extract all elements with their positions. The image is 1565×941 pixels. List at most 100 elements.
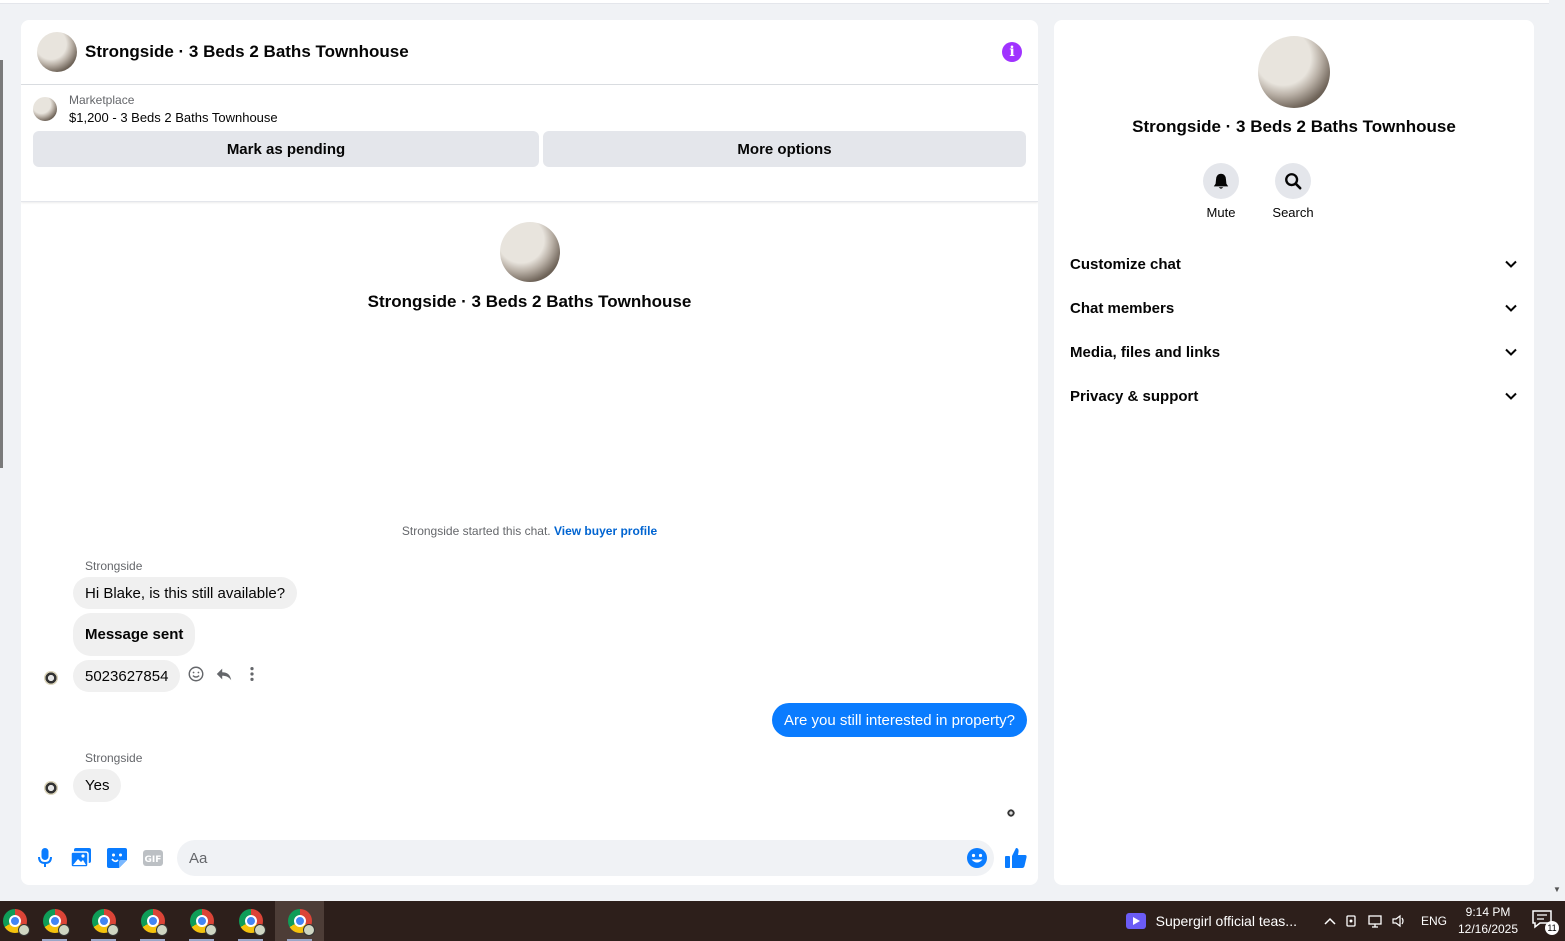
- language-indicator[interactable]: ENG: [1421, 914, 1447, 928]
- sender-name: Strongside: [85, 559, 143, 573]
- taskbar-chrome-4[interactable]: [128, 901, 177, 941]
- windows-taskbar: Supergirl official teas... ENG 9:14 PM 1…: [0, 901, 1565, 941]
- my-message-bubble[interactable]: Are you still interested in property?: [772, 703, 1027, 737]
- volume-icon[interactable]: [1391, 914, 1407, 928]
- chat-header: Strongside · 3 Beds 2 Baths Townhouse i: [21, 20, 1038, 85]
- attach-photo-button[interactable]: [69, 846, 93, 870]
- network-icon[interactable]: [1367, 914, 1383, 928]
- more-options-button[interactable]: More options: [543, 131, 1026, 167]
- marketplace-label: Marketplace: [69, 93, 135, 107]
- svg-text:GIF: GIF: [145, 855, 162, 865]
- like-button[interactable]: [1004, 846, 1028, 870]
- notification-center-button[interactable]: 11: [1531, 909, 1559, 935]
- view-buyer-profile-link[interactable]: View buyer profile: [554, 524, 657, 538]
- mute-label: Mute: [1206, 205, 1236, 220]
- chrome-icon: [238, 909, 266, 936]
- taskbar-chrome-5[interactable]: [177, 901, 226, 941]
- chrome-icon: [91, 909, 119, 936]
- meet-icon[interactable]: [1345, 914, 1359, 928]
- browser-top-edge: [0, 0, 1549, 4]
- voice-clip-button[interactable]: [33, 846, 57, 870]
- chrome-icon: [189, 909, 217, 936]
- mark-as-pending-button[interactable]: Mark as pending: [33, 131, 539, 167]
- clock-date: 12/16/2025: [1457, 922, 1519, 936]
- intro-title: Strongside · 3 Beds 2 Baths Townhouse: [367, 292, 692, 311]
- media-widget[interactable]: Supergirl official teas...: [1125, 913, 1297, 929]
- message-bubble[interactable]: Yes: [73, 769, 122, 802]
- left-scrollbar[interactable]: [0, 60, 3, 468]
- taskbar-chrome-active[interactable]: [275, 901, 324, 941]
- section-label: Chat members: [1070, 299, 1175, 317]
- search-label: Search: [1272, 205, 1314, 220]
- section-media-files-links[interactable]: Media, files and links: [1070, 330, 1518, 374]
- chevron-up-icon[interactable]: [1323, 916, 1337, 926]
- media-title: Supergirl official teas...: [1155, 913, 1297, 929]
- side-avatar[interactable]: [1258, 36, 1330, 108]
- listing-summary[interactable]: $1,200 - 3 Beds 2 Baths Townhouse: [69, 110, 278, 125]
- section-label: Media, files and links: [1070, 343, 1221, 361]
- info-sections: Customize chat Chat members Media, files…: [1054, 242, 1534, 418]
- clock[interactable]: 9:14 PM 12/16/2025: [1457, 904, 1519, 938]
- side-actions: Mute Search: [980, 163, 1534, 220]
- chevron-down-icon: [1505, 392, 1517, 400]
- mute-button[interactable]: Mute: [1202, 163, 1240, 220]
- message-composer: GIF: [21, 831, 1038, 885]
- search-icon: [1285, 173, 1302, 190]
- notification-count: 11: [1545, 921, 1559, 935]
- chrome-icon: [140, 909, 168, 936]
- search-button[interactable]: Search: [1272, 163, 1314, 220]
- taskbar-chrome-3[interactable]: [79, 901, 128, 941]
- message-bubble[interactable]: 5023627854: [73, 660, 181, 692]
- chrome-icon: [42, 909, 70, 936]
- emoji-icon[interactable]: [966, 847, 988, 869]
- sender-name: Strongside: [85, 751, 143, 765]
- thumbs-up-icon: [1005, 848, 1027, 868]
- seen-indicator-avatar: [1007, 809, 1015, 817]
- sender-avatar[interactable]: [44, 781, 58, 795]
- section-chat-members[interactable]: Chat members: [1070, 286, 1518, 330]
- side-title: Strongside · 3 Beds 2 Baths Townhouse: [1132, 117, 1456, 136]
- intro-avatar: [499, 222, 560, 282]
- section-label: Privacy & support: [1070, 387, 1199, 405]
- sticker-button[interactable]: [105, 846, 129, 870]
- gif-icon: GIF: [143, 850, 163, 866]
- chevron-down-icon: [1505, 260, 1517, 268]
- chrome-icon: [287, 909, 315, 936]
- taskbar-chrome-1[interactable]: [0, 901, 30, 941]
- sticker-icon: [107, 848, 127, 868]
- scroll-down-arrow[interactable]: ▼: [1553, 885, 1561, 894]
- message-input[interactable]: [177, 840, 994, 876]
- chat-title[interactable]: Strongside · 3 Beds 2 Baths Townhouse: [85, 42, 409, 62]
- more-vertical-icon[interactable]: [243, 665, 261, 683]
- system-tray: ENG: [1323, 914, 1447, 928]
- react-emoji-icon[interactable]: [187, 665, 205, 683]
- video-play-icon: [1125, 913, 1146, 929]
- taskbar-chrome-6[interactable]: [226, 901, 275, 941]
- message-actions: [187, 665, 261, 683]
- chevron-down-icon: [1505, 348, 1517, 356]
- message-bubble[interactable]: Message sent: [73, 613, 196, 656]
- info-icon[interactable]: i: [1002, 42, 1022, 62]
- gif-button[interactable]: GIF: [141, 846, 165, 870]
- bell-icon: [1213, 173, 1229, 189]
- section-label: Customize chat: [1070, 255, 1181, 273]
- photo-icon: [70, 848, 91, 868]
- chat-intro: Strongside · 3 Beds 2 Baths Townhouse: [21, 222, 1038, 312]
- section-customize-chat[interactable]: Customize chat: [1070, 242, 1518, 286]
- microphone-icon: [38, 848, 52, 867]
- sender-avatar[interactable]: [44, 671, 58, 685]
- taskbar-tray: Supergirl official teas... ENG 9:14 PM 1…: [1125, 901, 1565, 941]
- chat-started-notice: Strongside started this chat. View buyer…: [21, 524, 1038, 538]
- message-bubble[interactable]: Hi Blake, is this still available?: [73, 577, 298, 609]
- reply-icon[interactable]: [215, 665, 233, 683]
- started-text: Strongside started this chat.: [401, 524, 551, 538]
- clock-time: 9:14 PM: [1465, 905, 1511, 919]
- listing-avatar[interactable]: [37, 32, 77, 72]
- taskbar-chrome-2[interactable]: [30, 901, 79, 941]
- chat-panel: Strongside · 3 Beds 2 Baths Townhouse i …: [21, 20, 1038, 885]
- listing-thumbnail[interactable]: [33, 97, 57, 121]
- chevron-down-icon: [1505, 304, 1517, 312]
- marketplace-banner: Marketplace $1,200 - 3 Beds 2 Baths Town…: [21, 85, 1038, 202]
- chat-info-panel: Strongside · 3 Beds 2 Baths Townhouse Mu…: [1054, 20, 1534, 885]
- section-privacy-support[interactable]: Privacy & support: [1070, 374, 1518, 418]
